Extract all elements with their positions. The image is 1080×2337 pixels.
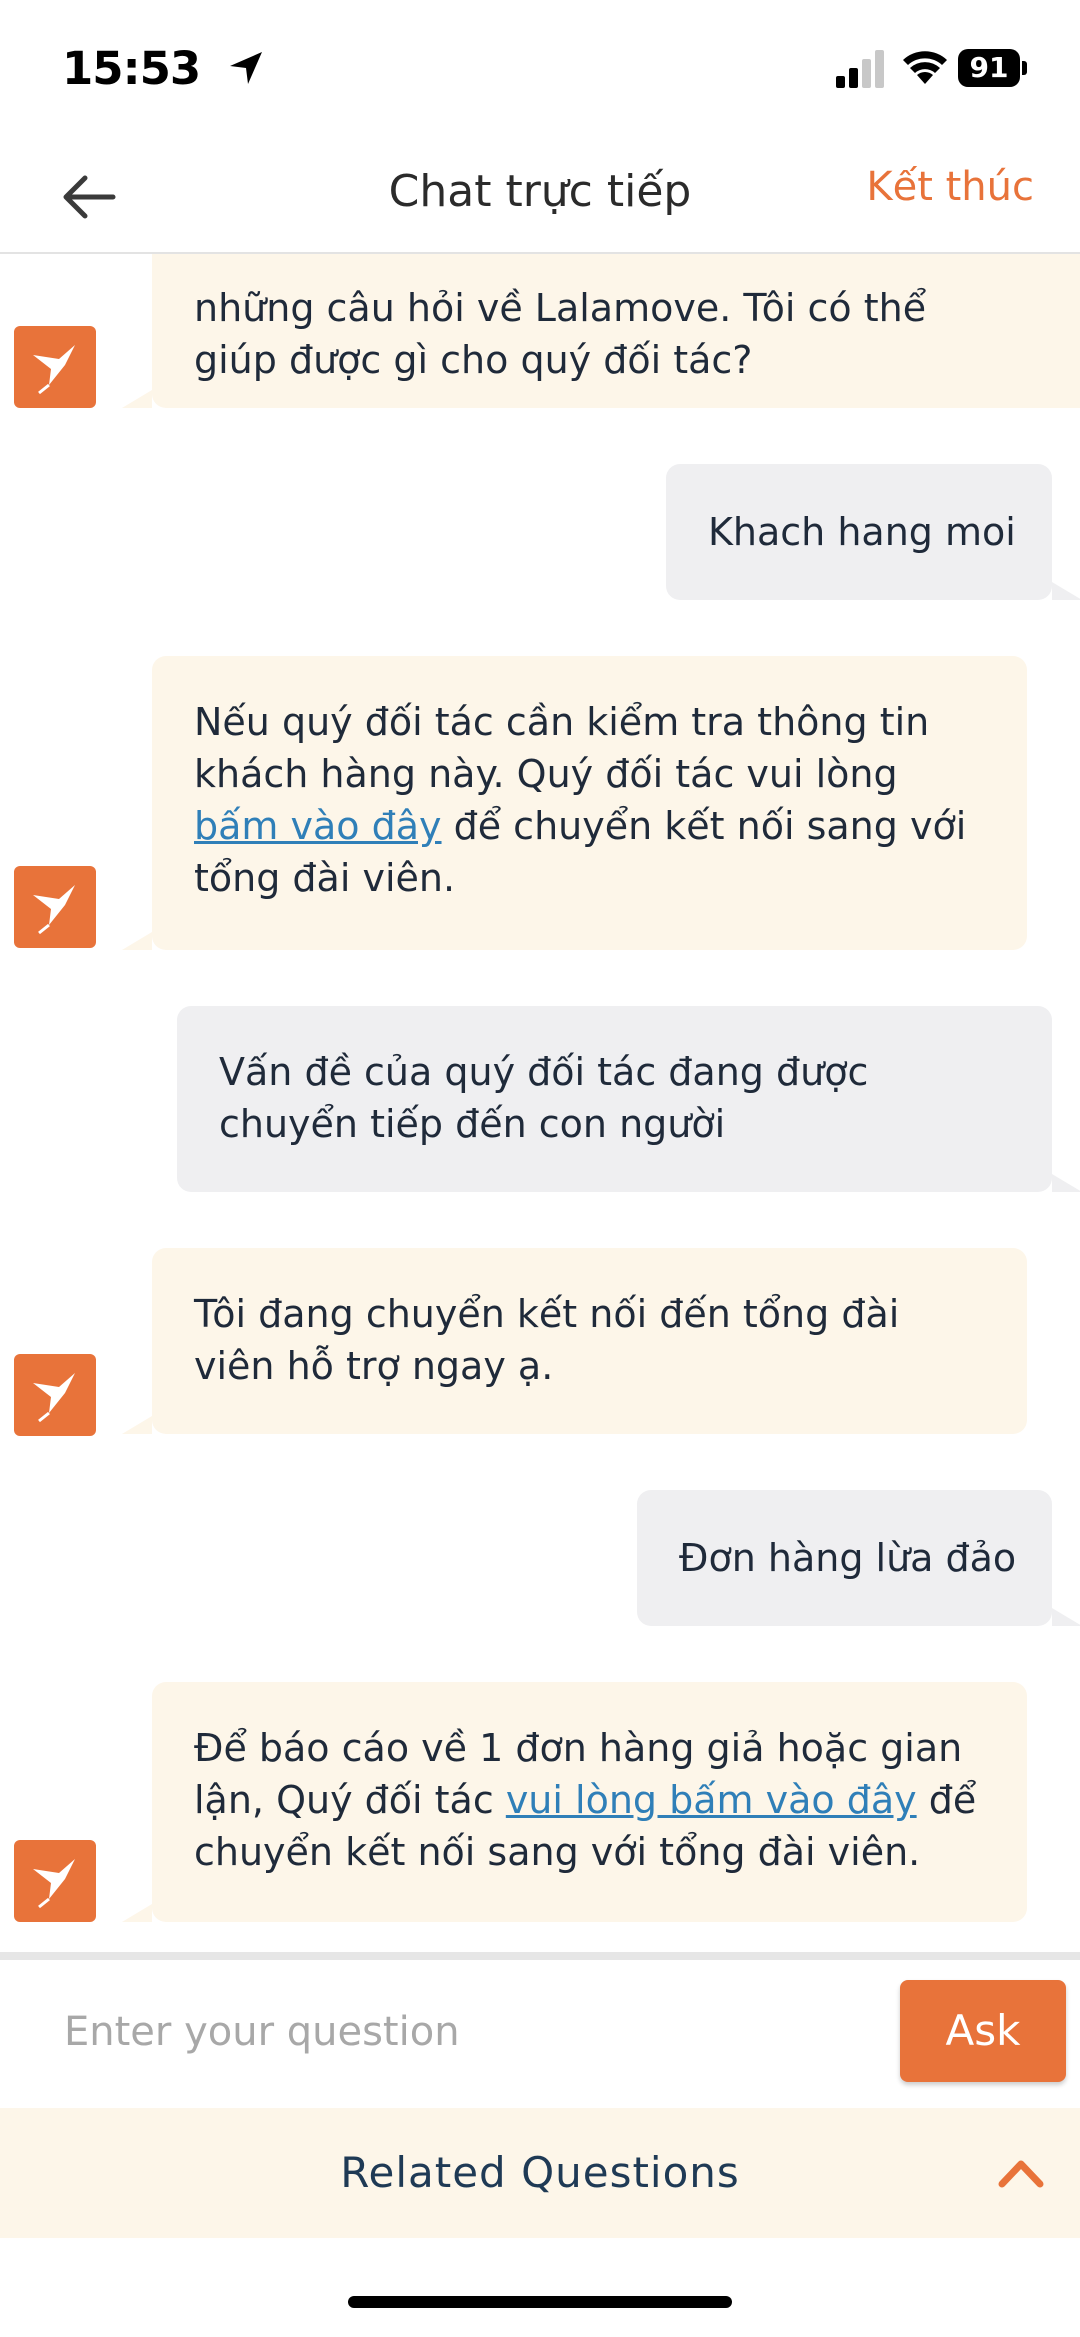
hummingbird-icon bbox=[33, 345, 75, 395]
message-text-part: Nếu quý đối tác cần kiểm tra thông tin k… bbox=[194, 700, 930, 796]
wifi-icon bbox=[903, 51, 947, 84]
message-text: Để báo cáo về 1 đơn hàng giả hoặc gian l… bbox=[194, 1722, 984, 1878]
hummingbird-icon bbox=[33, 1859, 75, 1909]
status-bar: 15:53 91 bbox=[0, 0, 1080, 140]
related-questions-label: Related Questions bbox=[340, 2148, 740, 2197]
bot-message: Để báo cáo về 1 đơn hàng giả hoặc gian l… bbox=[122, 1682, 1027, 1922]
question-input-bar: Ask bbox=[0, 1952, 1080, 2116]
chevron-up-icon bbox=[998, 2160, 1044, 2188]
user-message: Đơn hàng lừa đảo bbox=[637, 1490, 1080, 1626]
bot-avatar bbox=[14, 326, 96, 408]
message-text: Đơn hàng lừa đảo bbox=[679, 1536, 1017, 1580]
chat-messages[interactable]: những câu hỏi về Lalamove. Tôi có thể gi… bbox=[0, 254, 1080, 1954]
user-message: Vấn đề của quý đối tác đang được chuyển … bbox=[177, 1006, 1080, 1192]
bot-avatar bbox=[14, 866, 96, 948]
hummingbird-icon bbox=[33, 885, 75, 935]
question-input[interactable] bbox=[40, 1982, 928, 2082]
ask-button[interactable]: Ask bbox=[900, 1980, 1066, 2082]
hummingbird-icon bbox=[33, 1373, 75, 1423]
message-text: Vấn đề của quý đối tác đang được chuyển … bbox=[219, 1050, 869, 1146]
location-arrow-icon bbox=[230, 52, 262, 84]
cellular-signal-icon bbox=[836, 50, 884, 88]
bot-avatar bbox=[14, 1840, 96, 1922]
chat-header: Chat trực tiếp Kết thúc bbox=[0, 140, 1080, 254]
battery-level: 91 bbox=[958, 49, 1020, 87]
message-text: Tôi đang chuyển kết nối đến tổng đài viê… bbox=[194, 1292, 900, 1388]
message-line: giúp được gì cho quý đối tác? bbox=[194, 338, 753, 382]
bot-message: Tôi đang chuyển kết nối đến tổng đài viê… bbox=[122, 1248, 1027, 1434]
bot-message: Nếu quý đối tác cần kiểm tra thông tin k… bbox=[122, 656, 1027, 950]
message-text: Nếu quý đối tác cần kiểm tra thông tin k… bbox=[194, 696, 984, 904]
bot-avatar bbox=[14, 1354, 96, 1436]
user-message: Khach hang moi bbox=[666, 464, 1080, 600]
status-time: 15:53 bbox=[62, 42, 201, 95]
bot-message: những câu hỏi về Lalamove. Tôi có thể gi… bbox=[122, 254, 1080, 408]
end-chat-button[interactable]: Kết thúc bbox=[866, 164, 1034, 210]
message-line: những câu hỏi về Lalamove. Tôi có thể bbox=[194, 286, 927, 330]
transfer-link[interactable]: bấm vào đây bbox=[194, 804, 442, 848]
transfer-link[interactable]: vui lòng bấm vào đây bbox=[506, 1778, 917, 1822]
related-questions-toggle[interactable]: Related Questions bbox=[0, 2108, 1080, 2238]
message-text: Khach hang moi bbox=[708, 510, 1016, 554]
home-indicator bbox=[348, 2296, 732, 2308]
battery-icon: 91 bbox=[958, 49, 1030, 87]
